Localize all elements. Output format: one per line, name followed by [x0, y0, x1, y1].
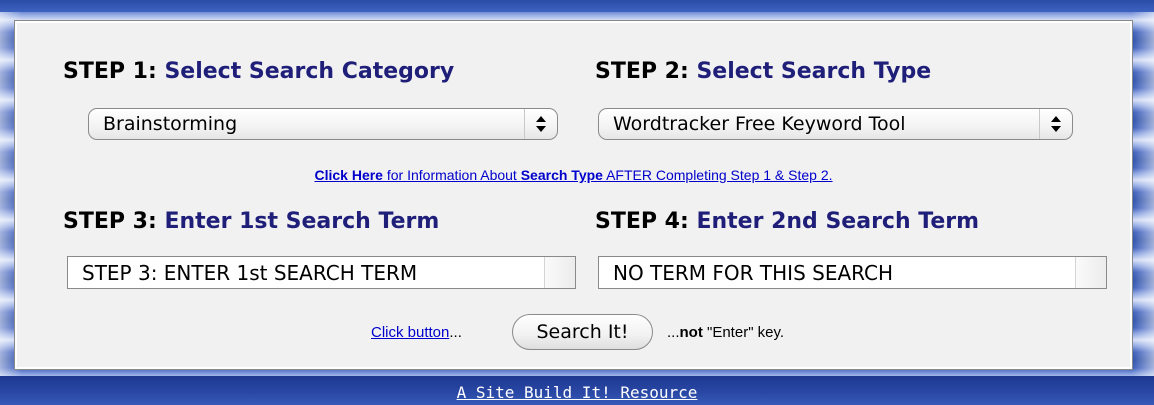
step1-heading: STEP 1: Select Search Category: [63, 59, 454, 84]
site-build-it-footer-link[interactable]: A Site Build It! Resource: [0, 383, 1154, 402]
step4-number: STEP 4:: [595, 209, 689, 234]
ellipsis-2: ...: [667, 324, 680, 341]
category-select[interactable]: Brainstorming: [88, 108, 558, 140]
step3-number: STEP 3:: [63, 209, 157, 234]
click-here-link[interactable]: Click Here: [314, 167, 382, 183]
select-stepper-icon: [524, 109, 557, 139]
search-tool-panel: STEP 1: Select Search Category STEP 2: S…: [14, 20, 1133, 370]
category-select-value: Brainstorming: [103, 113, 238, 135]
striped-background-frame: STEP 1: Select Search Category STEP 2: S…: [0, 0, 1154, 405]
info-text-1: for Information About: [382, 167, 521, 183]
action-row: Click button... Search It! ...not "Enter…: [15, 313, 1132, 353]
first-search-term-value: STEP 3: ENTER 1st SEARCH TERM: [82, 261, 418, 285]
select-stepper-icon: [1039, 109, 1072, 139]
search-it-button[interactable]: Search It!: [512, 314, 653, 350]
not-enter-key-hint: ...not "Enter" key.: [667, 324, 784, 341]
step2-number: STEP 2:: [595, 59, 689, 84]
search-type-info-link[interactable]: Click Here for Information About Search …: [15, 167, 1132, 183]
info-text-2: AFTER Completing Step 1 & Step 2.: [602, 167, 833, 183]
search-type-select[interactable]: Wordtracker Free Keyword Tool: [598, 108, 1073, 140]
step4-heading: STEP 4: Enter 2nd Search Term: [595, 209, 979, 234]
enter-key-text: "Enter" key.: [702, 324, 785, 341]
click-button-hint: Click button...: [371, 324, 462, 341]
step3-heading: STEP 3: Enter 1st Search Term: [63, 209, 439, 234]
step1-description: Select Search Category: [164, 59, 455, 84]
search-type-text: Search Type: [520, 167, 603, 183]
field-scrollbar[interactable]: [544, 257, 575, 288]
step2-heading: STEP 2: Select Search Type: [595, 59, 931, 84]
second-search-term-field[interactable]: NO TERM FOR THIS SEARCH: [598, 256, 1107, 289]
step4-description: Enter 2nd Search Term: [696, 209, 980, 234]
step2-description: Select Search Type: [696, 59, 932, 84]
first-search-term-field[interactable]: STEP 3: ENTER 1st SEARCH TERM: [67, 256, 576, 289]
ellipsis-1: ...: [449, 324, 462, 341]
field-scrollbar[interactable]: [1075, 257, 1106, 288]
second-search-term-value: NO TERM FOR THIS SEARCH: [613, 261, 894, 285]
step1-number: STEP 1:: [63, 59, 157, 84]
search-type-select-value: Wordtracker Free Keyword Tool: [613, 113, 906, 135]
not-text: not: [679, 324, 703, 341]
step3-description: Enter 1st Search Term: [164, 209, 440, 234]
click-button-link[interactable]: Click button: [371, 324, 449, 341]
